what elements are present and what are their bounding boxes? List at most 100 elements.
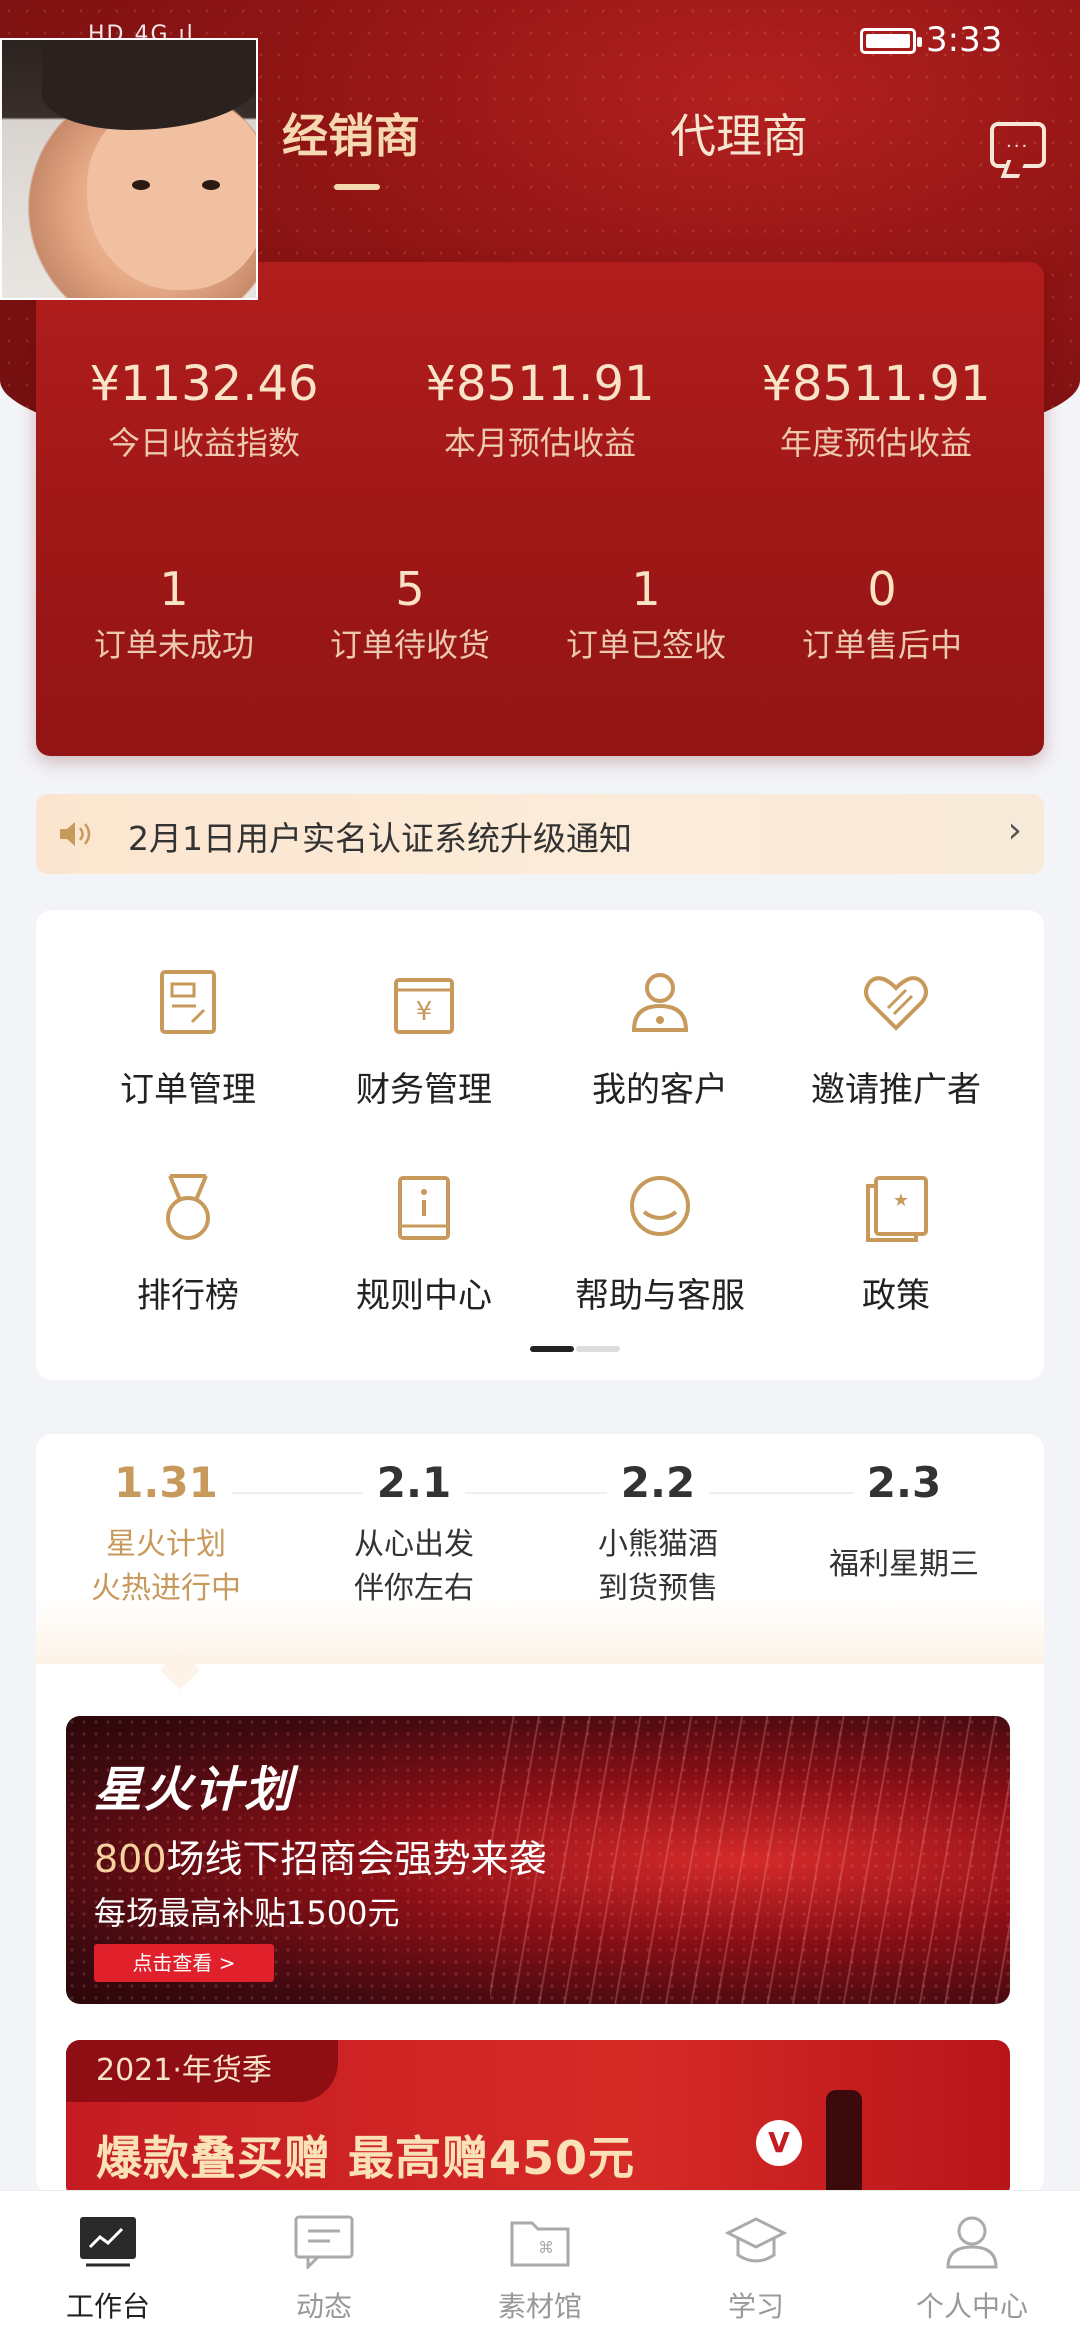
study-cap-icon xyxy=(724,2217,788,2263)
func-label: 财务管理 xyxy=(356,1070,492,1110)
finance-yen-icon: ¥ xyxy=(394,978,454,1034)
feed-message-icon xyxy=(294,2215,354,2271)
help-chat-icon xyxy=(630,1176,690,1236)
order-after-sale[interactable]: 0 订单售后中 xyxy=(764,562,1000,666)
func-label: 排行榜 xyxy=(137,1276,239,1316)
nav-materials[interactable]: ⌘ 素材馆 xyxy=(432,2213,648,2325)
announcement-text: 2月1日用户实名认证系统升级通知 xyxy=(128,819,632,858)
order-failed-count: 1 xyxy=(159,562,189,616)
nav-label: 工作台 xyxy=(65,2290,150,2323)
battery-icon xyxy=(860,28,922,54)
svg-text:¥: ¥ xyxy=(416,997,433,1027)
banner-season-tag: 2021·年货季 xyxy=(66,2040,338,2102)
new-year-sale-banner[interactable]: 2021·年货季 爆款叠买赠 最高赠450元 V xyxy=(66,2040,1010,2194)
func-rules-center[interactable]: 规则中心 xyxy=(306,1172,542,1317)
svg-text:⌘: ⌘ xyxy=(538,2238,554,2257)
stat-year[interactable]: ¥8511.91 年度预估收益 xyxy=(708,356,1044,464)
active-tab-indicator xyxy=(334,184,380,190)
status-time: 3:33 xyxy=(926,20,1003,60)
policy-star-icon: ★ xyxy=(866,1176,928,1242)
order-after-sale-label: 订单售后中 xyxy=(801,626,962,664)
invite-heart-icon xyxy=(864,976,928,1031)
order-pending-count: 5 xyxy=(395,562,425,616)
banner-subline: 每场最高补贴1500元 xyxy=(94,1894,400,1932)
stat-today-value: ¥1132.46 xyxy=(89,356,319,412)
timeline-date: 2.2 xyxy=(606,1458,710,1507)
avatar-eye-right xyxy=(202,180,220,190)
speaker-icon xyxy=(60,822,91,846)
nav-workbench[interactable]: 工作台 xyxy=(0,2213,216,2325)
order-failed[interactable]: 1 订单未成功 xyxy=(56,562,292,666)
page-dot xyxy=(576,1346,620,1352)
timeline-item-active[interactable]: 1.31 星火计划 火热进行中 xyxy=(46,1458,286,1611)
message-icon[interactable]: ··· xyxy=(990,122,1046,168)
v-badge-icon: V xyxy=(756,2120,802,2166)
timeline-title-1: 福利星期三 xyxy=(829,1547,979,1582)
nav-label: 学习 xyxy=(727,2290,784,2323)
order-pending-receipt[interactable]: 5 订单待收货 xyxy=(292,562,528,666)
timeline-item[interactable]: 2.2 小熊猫酒 到货预售 xyxy=(538,1458,778,1611)
order-signed-label: 订单已签收 xyxy=(565,626,726,664)
stat-month-label: 本月预估收益 xyxy=(443,424,636,462)
material-folder-icon: ⌘ xyxy=(510,2221,570,2267)
stat-today[interactable]: ¥1132.46 今日收益指数 xyxy=(36,356,372,464)
profile-person-icon xyxy=(946,2216,998,2269)
func-label: 我的客户 xyxy=(592,1070,728,1110)
stat-month-value: ¥8511.91 xyxy=(425,356,655,412)
banner-headline: 800场线下招商会强势来袭 xyxy=(94,1828,547,1883)
func-invite-promoter[interactable]: 邀请推广者 xyxy=(778,966,1014,1111)
func-label: 政策 xyxy=(862,1276,930,1316)
banner-promo-title: 爆款叠买赠 最高赠450元 xyxy=(96,2131,636,2185)
order-failed-label: 订单未成功 xyxy=(93,626,254,664)
func-my-customers[interactable]: 我的客户 xyxy=(542,966,778,1111)
order-signed-count: 1 xyxy=(631,562,661,616)
timeline-title-2: 到货预售 xyxy=(598,1571,718,1606)
order-after-sale-count: 0 xyxy=(867,562,897,616)
stat-year-value: ¥8511.91 xyxy=(761,356,991,412)
timeline-title-1: 从心出发 xyxy=(354,1527,474,1562)
workbench-chart-icon xyxy=(80,2217,136,2267)
tab-agent[interactable]: 代理商 xyxy=(670,100,808,166)
order-signed[interactable]: 1 订单已签收 xyxy=(528,562,764,666)
timeline-title-1: 星火计划 xyxy=(106,1527,226,1562)
func-policy[interactable]: ★ 政策 xyxy=(778,1172,1014,1317)
timeline-date: 2.3 xyxy=(852,1458,956,1507)
tab-dealer[interactable]: 经销商 xyxy=(282,100,420,166)
customer-person-icon xyxy=(631,973,689,1032)
nav-label: 动态 xyxy=(295,2290,352,2323)
timeline-item[interactable]: 2.3 福利星期三 xyxy=(784,1458,1024,1587)
nav-label: 个人中心 xyxy=(915,2290,1028,2323)
function-grid: 订单管理 ¥ 财务管理 我的客户 邀请推广者 排行榜 规则中心 帮助与客服 ★ … xyxy=(36,910,1044,1380)
banner-headline-rest: 场线下招商会强势来袭 xyxy=(166,1837,547,1881)
stat-year-label: 年度预估收益 xyxy=(779,424,972,462)
medal-icon xyxy=(166,1174,210,1240)
func-help-support[interactable]: 帮助与客服 xyxy=(542,1172,778,1317)
nav-profile[interactable]: 个人中心 xyxy=(864,2213,1080,2325)
func-label: 邀请推广者 xyxy=(811,1070,981,1110)
avatar[interactable] xyxy=(0,38,258,300)
func-finance-management[interactable]: ¥ 财务管理 xyxy=(306,966,542,1111)
func-label: 规则中心 xyxy=(356,1276,492,1316)
page-dot-active xyxy=(530,1346,574,1352)
banner-light-rays xyxy=(490,1716,1010,2004)
starfire-plan-banner[interactable]: 星火计划 800场线下招商会强势来袭 每场最高补贴1500元 点击查看 > xyxy=(66,1716,1010,2004)
timeline-date: 1.31 xyxy=(100,1458,232,1507)
func-order-management[interactable]: 订单管理 xyxy=(70,966,306,1111)
banner-logo-text: 星火计划 xyxy=(94,1762,295,1818)
stat-month[interactable]: ¥8511.91 本月预估收益 xyxy=(372,356,708,464)
func-leaderboard[interactable]: 排行榜 xyxy=(70,1172,306,1317)
order-pending-label: 订单待收货 xyxy=(329,626,490,664)
view-details-button[interactable]: 点击查看 > xyxy=(94,1944,274,1982)
timeline-title-2: 火热进行中 xyxy=(91,1571,241,1606)
nav-study[interactable]: 学习 xyxy=(648,2213,864,2325)
banner-headline-number: 800 xyxy=(94,1837,167,1881)
announcement-bar[interactable]: 2月1日用户实名认证系统升级通知 › xyxy=(36,794,1044,874)
rules-book-icon xyxy=(398,1176,450,1240)
svg-text:★: ★ xyxy=(893,1190,909,1211)
order-doc-icon xyxy=(160,970,216,1034)
nav-feed[interactable]: 动态 xyxy=(216,2213,432,2325)
stat-today-label: 今日收益指数 xyxy=(107,424,300,462)
timeline-item[interactable]: 2.1 从心出发 伴你左右 xyxy=(294,1458,534,1611)
wine-bottle-icon xyxy=(826,2090,862,2194)
timeline-title-2: 伴你左右 xyxy=(354,1571,474,1606)
